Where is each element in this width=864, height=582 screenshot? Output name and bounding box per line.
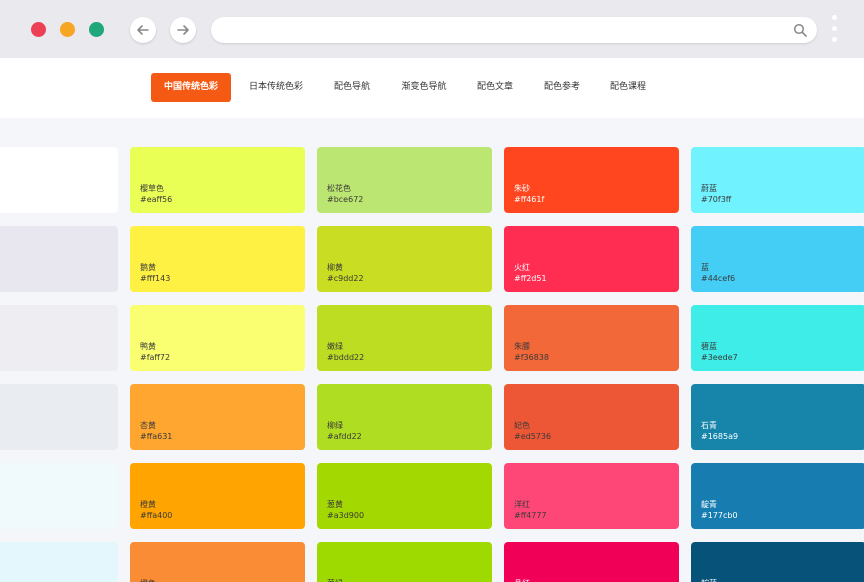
swatch-name: 朱膘 bbox=[514, 342, 530, 351]
swatch-card[interactable]: 橙色 #fa8c35 bbox=[130, 542, 305, 582]
tab-chinese-traditional-colors[interactable]: 中国传统色彩 bbox=[151, 73, 231, 102]
swatch-name: 洋红 bbox=[514, 500, 530, 509]
swatch-card[interactable]: 嫩绿 #bddd22 bbox=[317, 305, 492, 371]
swatch-card[interactable]: 鹅黄 #fff143 bbox=[130, 226, 305, 292]
swatch-card[interactable]: 柳黄 #c9dd22 bbox=[317, 226, 492, 292]
search-icon[interactable] bbox=[793, 23, 807, 37]
category-nav: 中国传统色彩 日本传统色彩 配色导航 渐变色导航 配色文章 配色参考 配色课程 bbox=[0, 58, 864, 118]
kebab-menu-icon[interactable] bbox=[829, 15, 839, 45]
swatch-hex: #afdd22 bbox=[327, 432, 362, 441]
arrow-right-icon bbox=[177, 25, 189, 35]
swatch-card[interactable]: 洋红 #ff4777 bbox=[504, 463, 679, 529]
swatch-card[interactable]: 品红 #f00056 bbox=[504, 542, 679, 582]
swatch-hex: #c9dd22 bbox=[327, 274, 364, 283]
swatch-hex: #ed5736 bbox=[514, 432, 552, 441]
swatch-hex: #bce672 bbox=[327, 195, 364, 204]
browser-toolbar bbox=[0, 0, 864, 58]
swatch-card[interactable]: 鸭黄 #faff72 bbox=[130, 305, 305, 371]
swatch-hex: #ff4777 bbox=[514, 511, 547, 520]
arrow-left-icon bbox=[137, 25, 149, 35]
swatch-card[interactable] bbox=[0, 542, 118, 582]
back-button[interactable] bbox=[130, 17, 156, 43]
minimize-window-dot[interactable] bbox=[60, 22, 75, 37]
swatch-card[interactable]: 朱砂 #ff461f bbox=[504, 147, 679, 213]
swatch-hex: #44cef6 bbox=[701, 274, 736, 283]
swatch-card[interactable]: 樱草色 #eaff56 bbox=[130, 147, 305, 213]
swatch-card[interactable]: 碧蓝 #3eede7 bbox=[691, 305, 864, 371]
swatch-name: 石青 bbox=[701, 421, 717, 430]
swatch-card[interactable]: 靛青 #177cb0 bbox=[691, 463, 864, 529]
swatch-name: 橙色 bbox=[140, 578, 156, 582]
swatch-name: 品红 bbox=[514, 578, 530, 582]
swatch-name: 鹅黄 bbox=[140, 263, 156, 272]
swatch-card[interactable] bbox=[0, 384, 118, 450]
swatch-card[interactable]: 靛蓝 #065279 bbox=[691, 542, 864, 582]
swatch-name: 蔚蓝 bbox=[701, 184, 717, 193]
swatch-name: 嫩绿 bbox=[327, 342, 343, 351]
swatch-name: 柳绿 bbox=[327, 421, 343, 430]
swatch-card[interactable]: 火红 #ff2d51 bbox=[504, 226, 679, 292]
swatch-name: 葱黄 bbox=[327, 500, 343, 509]
swatch-hex: #3eede7 bbox=[701, 353, 738, 362]
swatch-hex: #ffa631 bbox=[140, 432, 173, 441]
swatch-card[interactable] bbox=[0, 463, 118, 529]
swatch-card[interactable]: 葱黄 #a3d900 bbox=[317, 463, 492, 529]
swatch-card[interactable] bbox=[0, 147, 118, 213]
swatch-hex: #fff143 bbox=[140, 274, 171, 283]
swatch-hex: #faff72 bbox=[140, 353, 171, 362]
swatch-card[interactable]: 蓝 #44cef6 bbox=[691, 226, 864, 292]
swatch-name: 松花色 bbox=[327, 184, 351, 193]
swatch-hex: #177cb0 bbox=[701, 511, 738, 520]
swatch-name: 靛蓝 bbox=[701, 578, 717, 582]
swatch-name: 柳黄 bbox=[327, 263, 343, 272]
tab-color-courses[interactable]: 配色课程 bbox=[603, 73, 653, 102]
swatch-hex: #ffa400 bbox=[140, 511, 173, 520]
swatch-name: 朱砂 bbox=[514, 184, 530, 193]
maximize-window-dot[interactable] bbox=[89, 22, 104, 37]
address-bar[interactable] bbox=[211, 17, 817, 43]
swatch-name: 鸭黄 bbox=[140, 342, 156, 351]
swatch-card[interactable]: 蔚蓝 #70f3ff bbox=[691, 147, 864, 213]
swatch-grid: 樱草色 #eaff56 鹅黄 #fff143 鸭黄 #faff72 杏黄 #ff… bbox=[0, 118, 864, 582]
swatch-hex: #1685a9 bbox=[701, 432, 739, 441]
swatch-hex: #ff2d51 bbox=[514, 274, 547, 283]
swatch-card[interactable]: 葱绿 #9ed900 bbox=[317, 542, 492, 582]
swatch-name: 葱绿 bbox=[327, 578, 343, 582]
swatch-card[interactable]: 妃色 #ed5736 bbox=[504, 384, 679, 450]
swatch-card[interactable]: 松花色 #bce672 bbox=[317, 147, 492, 213]
forward-button[interactable] bbox=[170, 17, 196, 43]
tab-color-navigation[interactable]: 配色导航 bbox=[327, 73, 377, 102]
tab-color-articles[interactable]: 配色文章 bbox=[470, 73, 520, 102]
close-window-dot[interactable] bbox=[31, 22, 46, 37]
swatch-name: 火红 bbox=[514, 263, 530, 272]
swatch-card[interactable]: 朱膘 #f36838 bbox=[504, 305, 679, 371]
swatch-name: 靛青 bbox=[701, 500, 717, 509]
tab-gradient-navigation[interactable]: 渐变色导航 bbox=[396, 73, 452, 102]
swatch-name: 妃色 bbox=[514, 421, 530, 430]
tab-japanese-traditional-colors[interactable]: 日本传统色彩 bbox=[243, 73, 309, 102]
swatch-hex: #70f3ff bbox=[701, 195, 732, 204]
tab-color-reference[interactable]: 配色参考 bbox=[537, 73, 587, 102]
swatch-hex: #eaff56 bbox=[140, 195, 173, 204]
swatch-card[interactable]: 石青 #1685a9 bbox=[691, 384, 864, 450]
swatch-hex: #ff461f bbox=[514, 195, 545, 204]
swatch-name: 橙黄 bbox=[140, 500, 156, 509]
swatch-hex: #f36838 bbox=[514, 353, 549, 362]
swatch-card[interactable] bbox=[0, 305, 118, 371]
swatch-name: 蓝 bbox=[701, 263, 709, 272]
swatch-name: 碧蓝 bbox=[701, 342, 717, 351]
swatch-card[interactable]: 柳绿 #afdd22 bbox=[317, 384, 492, 450]
swatch-name: 杏黄 bbox=[140, 421, 156, 430]
swatch-card[interactable]: 橙黄 #ffa400 bbox=[130, 463, 305, 529]
swatch-card[interactable] bbox=[0, 226, 118, 292]
swatch-hex: #bddd22 bbox=[327, 353, 365, 362]
swatch-name: 樱草色 bbox=[140, 184, 164, 193]
swatch-card[interactable]: 杏黄 #ffa631 bbox=[130, 384, 305, 450]
swatch-hex: #a3d900 bbox=[327, 511, 365, 520]
